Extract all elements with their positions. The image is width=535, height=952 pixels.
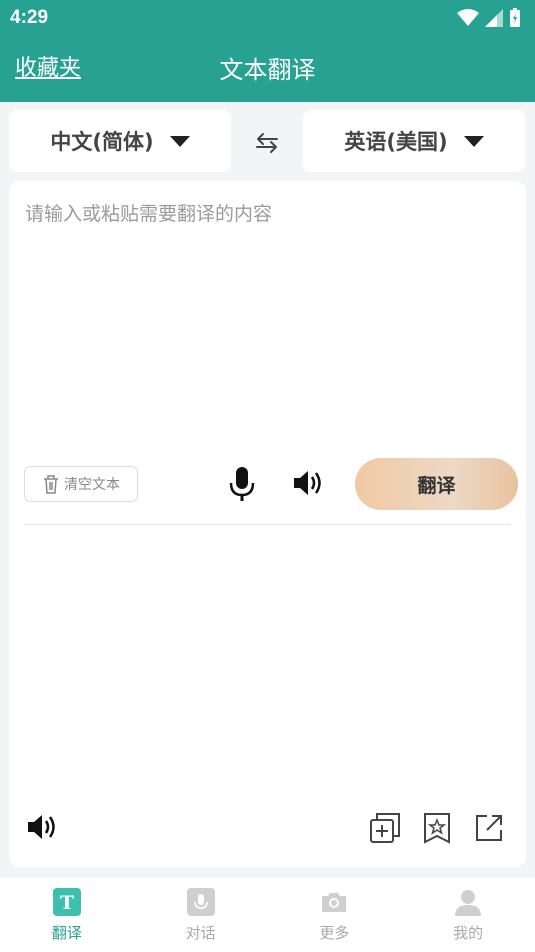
tab-label: 对话 <box>185 924 216 942</box>
clear-text-button[interactable]: 清空文本 <box>24 466 138 502</box>
translation-card: 请输入或粘贴需要翻译的内容 清空文本 翻译 <box>9 181 526 867</box>
person-icon <box>455 890 482 916</box>
status-time: 4:29 <box>10 7 49 28</box>
copy-icon[interactable] <box>369 812 401 844</box>
status-icons <box>457 8 521 28</box>
battery-icon <box>510 8 520 27</box>
chevron-down-icon <box>169 135 190 147</box>
tab-more[interactable]: 更多 <box>268 878 402 952</box>
target-language-select[interactable]: 英语(美国) <box>303 110 525 172</box>
tab-mine[interactable]: 我的 <box>401 878 535 952</box>
language-bar: 中文(简体) 英语(美国) <box>0 102 535 180</box>
tab-translate[interactable]: T 翻译 <box>0 878 134 952</box>
bottom-tab-bar: T 翻译 对话 更多 我的 <box>0 878 535 952</box>
svg-text:T: T <box>60 892 74 914</box>
speaker-icon[interactable] <box>292 467 324 499</box>
page-title: 文本翻译 <box>219 56 316 84</box>
trash-icon <box>44 475 58 494</box>
source-text-input[interactable]: 请输入或粘贴需要翻译的内容 <box>25 199 272 226</box>
camera-icon <box>322 893 347 912</box>
signal-icon <box>485 9 503 27</box>
result-speaker-icon[interactable] <box>26 811 58 843</box>
wifi-icon <box>457 9 479 26</box>
clear-text-label: 清空文本 <box>64 477 120 493</box>
divider <box>24 524 511 525</box>
mic-square-icon <box>186 888 215 916</box>
source-language-label: 中文(简体) <box>50 130 154 154</box>
tab-label: 我的 <box>453 924 484 942</box>
share-icon[interactable] <box>473 812 505 844</box>
chevron-down-icon <box>463 135 484 147</box>
translate-button[interactable]: 翻译 <box>355 458 518 510</box>
text-t-icon: T <box>52 888 81 916</box>
tab-label: 更多 <box>319 924 350 942</box>
tab-label: 翻译 <box>51 924 82 942</box>
status-bar: 4:29 <box>0 0 535 36</box>
favorite-star-icon[interactable] <box>421 812 453 844</box>
swap-languages-icon[interactable] <box>252 128 282 158</box>
target-language-label: 英语(美国) <box>344 130 448 154</box>
source-language-select[interactable]: 中文(简体) <box>9 110 231 172</box>
tab-dialogue[interactable]: 对话 <box>134 878 268 952</box>
app-bar: 收藏夹 文本翻译 <box>0 36 535 102</box>
microphone-icon[interactable] <box>227 466 257 502</box>
